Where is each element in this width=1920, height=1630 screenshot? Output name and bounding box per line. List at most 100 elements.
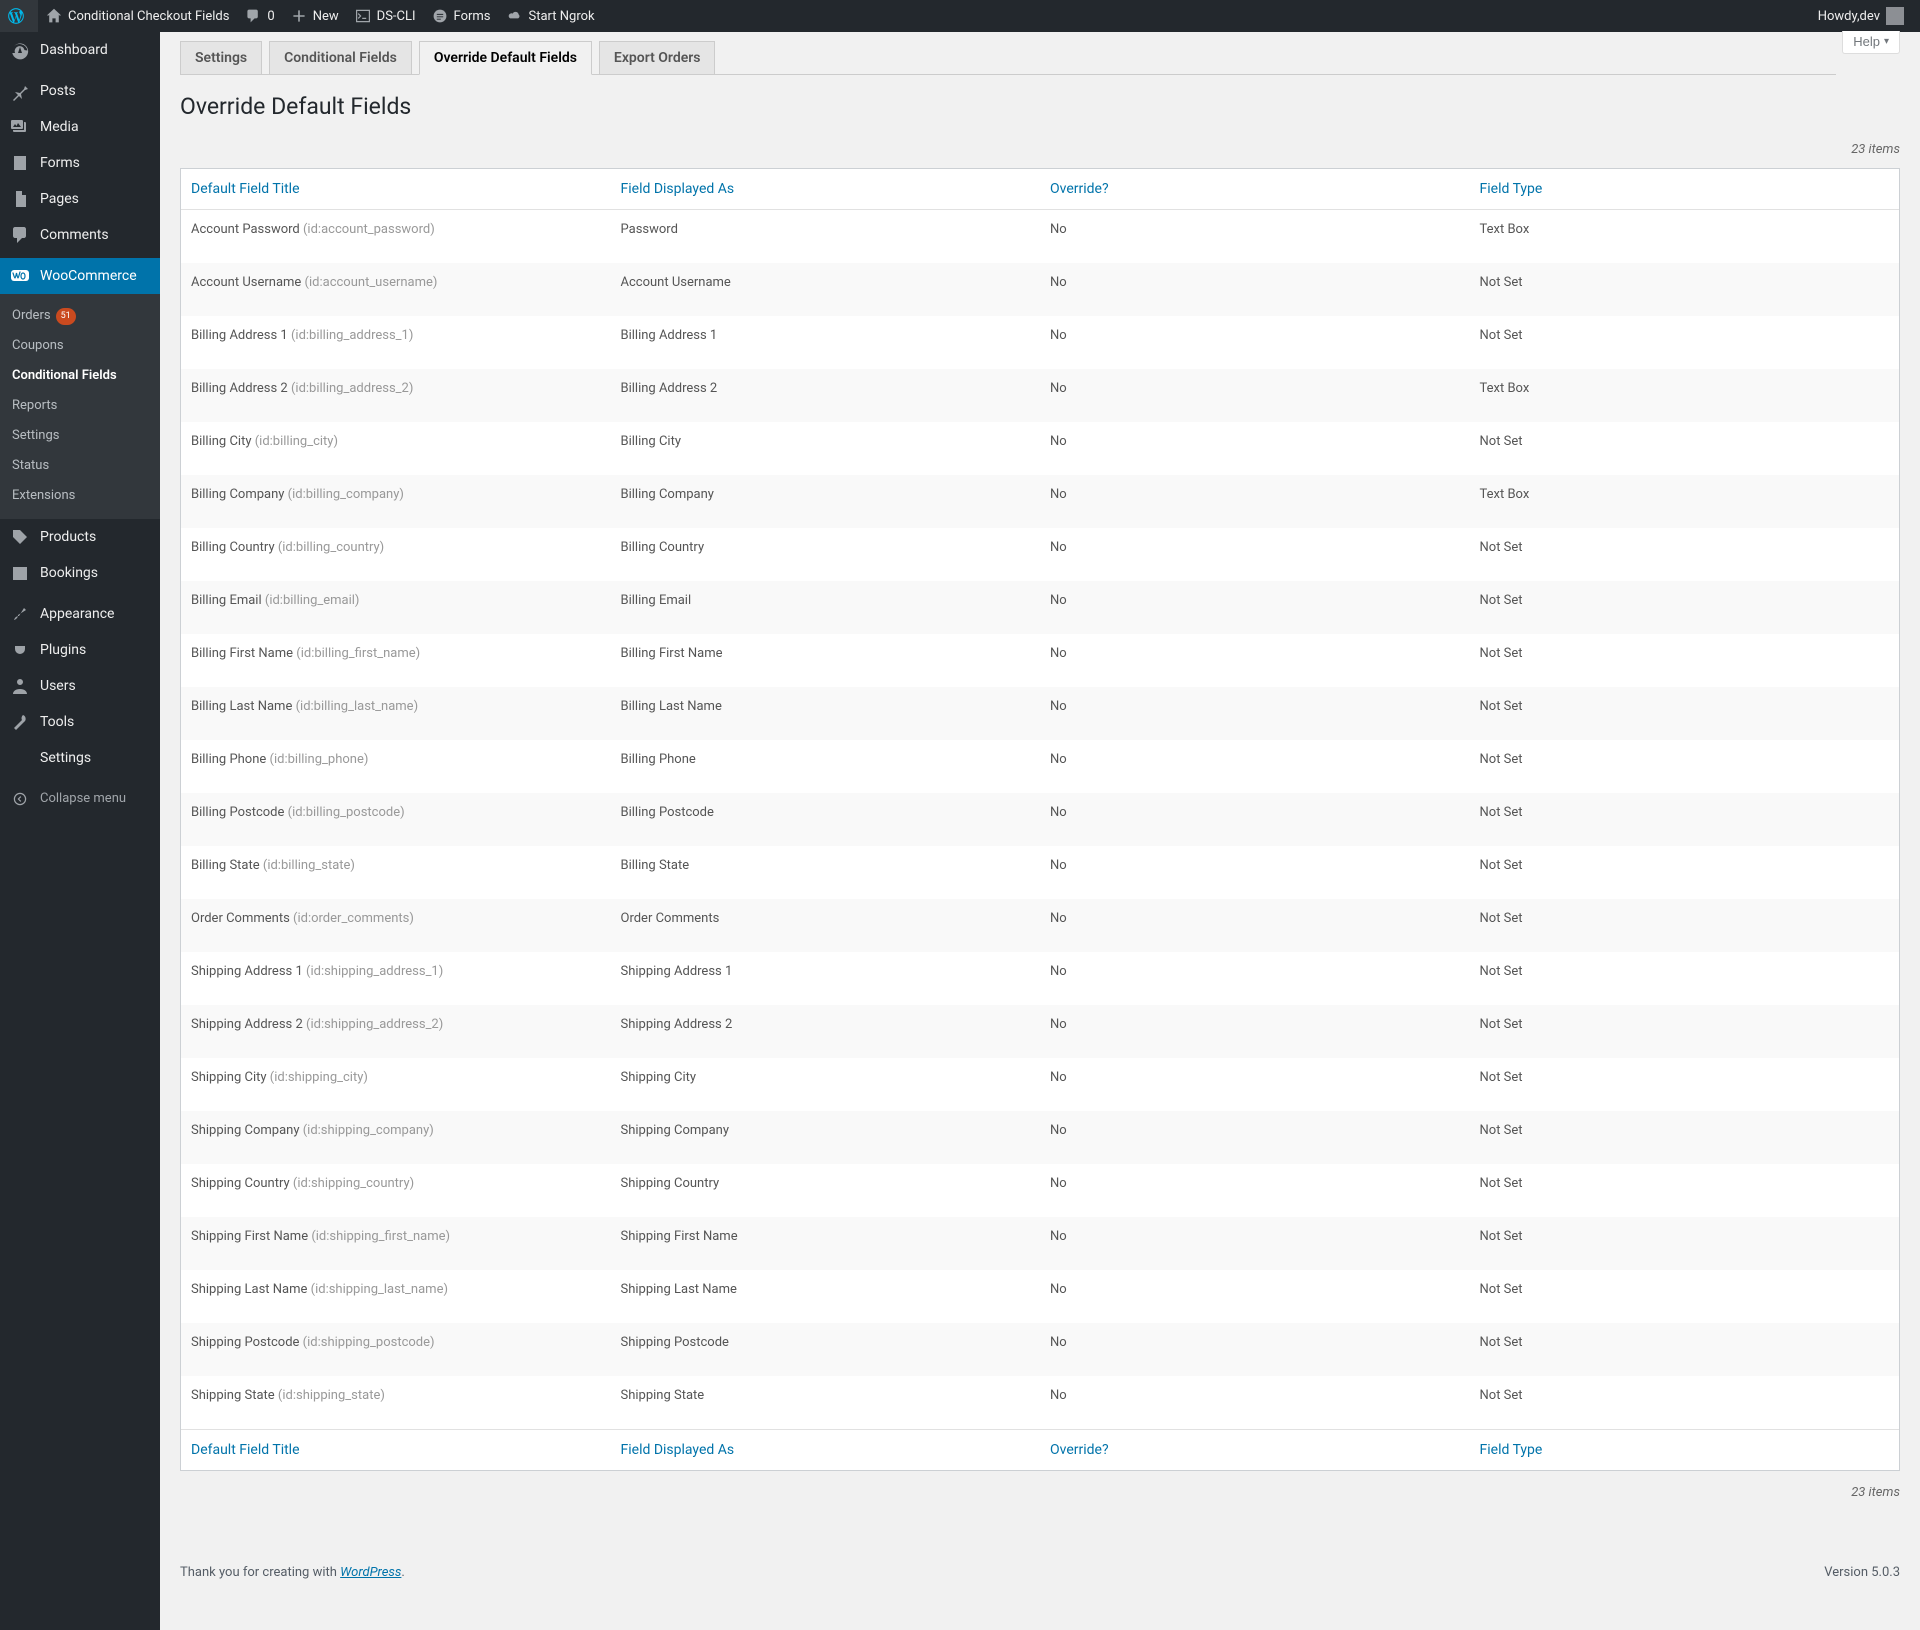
table-row[interactable]: Billing Company (id:billing_company)Bill… bbox=[181, 475, 1899, 528]
table-row[interactable]: Shipping City (id:shipping_city)Shipping… bbox=[181, 1058, 1899, 1111]
tab-conditional-fields[interactable]: Conditional Fields bbox=[269, 41, 412, 74]
field-id: (id:billing_email) bbox=[262, 593, 360, 608]
field-id: (id:shipping_company) bbox=[299, 1123, 433, 1138]
collapse-menu[interactable]: Collapse menu bbox=[0, 781, 160, 817]
col-header-title[interactable]: Default Field Title bbox=[181, 169, 611, 210]
field-id: (id:shipping_city) bbox=[267, 1070, 368, 1085]
field-override: No bbox=[1040, 1164, 1470, 1217]
table-row[interactable]: Billing State (id:billing_state)Billing … bbox=[181, 846, 1899, 899]
table-row[interactable]: Shipping Address 2 (id:shipping_address_… bbox=[181, 1005, 1899, 1058]
table-row[interactable]: Billing Postcode (id:billing_postcode)Bi… bbox=[181, 793, 1899, 846]
wp-logo[interactable] bbox=[0, 0, 38, 32]
field-title: Billing Phone bbox=[191, 752, 266, 767]
start-ngrok[interactable]: Start Ngrok bbox=[499, 0, 603, 32]
table-row[interactable]: Shipping Last Name (id:shipping_last_nam… bbox=[181, 1270, 1899, 1323]
table-row[interactable]: Order Comments (id:order_comments)Order … bbox=[181, 899, 1899, 952]
table-row[interactable]: Billing Country (id:billing_country)Bill… bbox=[181, 528, 1899, 581]
table-row[interactable]: Billing First Name (id:billing_first_nam… bbox=[181, 634, 1899, 687]
comments-icon bbox=[10, 225, 30, 245]
field-id: (id:shipping_country) bbox=[290, 1176, 414, 1191]
menu-media[interactable]: Media bbox=[0, 109, 160, 145]
field-override: No bbox=[1040, 528, 1470, 581]
help-toggle[interactable]: Help bbox=[1842, 31, 1900, 54]
submenu-coupons-label: Coupons bbox=[12, 337, 64, 355]
field-displayed: Shipping Address 1 bbox=[611, 952, 1041, 1005]
field-displayed: Shipping Address 2 bbox=[611, 1005, 1041, 1058]
field-type: Not Set bbox=[1470, 1164, 1900, 1217]
table-row[interactable]: Shipping Postcode (id:shipping_postcode)… bbox=[181, 1323, 1899, 1376]
submenu-extensions[interactable]: Extensions bbox=[0, 481, 160, 511]
field-type: Not Set bbox=[1470, 1111, 1900, 1164]
table-row[interactable]: Billing Email (id:billing_email)Billing … bbox=[181, 581, 1899, 634]
table-row[interactable]: Shipping Company (id:shipping_company)Sh… bbox=[181, 1111, 1899, 1164]
table-row[interactable]: Shipping Address 1 (id:shipping_address_… bbox=[181, 952, 1899, 1005]
col-header-type[interactable]: Field Type bbox=[1470, 169, 1900, 210]
col-footer-override[interactable]: Override? bbox=[1040, 1429, 1470, 1470]
menu-forms[interactable]: Forms bbox=[0, 145, 160, 181]
ds-cli[interactable]: DS-CLI bbox=[347, 0, 424, 32]
field-id: (id:account_password) bbox=[300, 222, 435, 237]
submenu-coupons[interactable]: Coupons bbox=[0, 331, 160, 361]
menu-bookings-label: Bookings bbox=[40, 564, 98, 582]
table-row[interactable]: Billing City (id:billing_city)Billing Ci… bbox=[181, 422, 1899, 475]
field-title: Billing Country bbox=[191, 540, 275, 555]
menu-settings[interactable]: Settings bbox=[0, 740, 160, 776]
table-row[interactable]: Shipping Country (id:shipping_country)Sh… bbox=[181, 1164, 1899, 1217]
submenu-conditional-fields[interactable]: Conditional Fields bbox=[0, 361, 160, 391]
my-account[interactable]: Howdy, dev bbox=[1810, 0, 1912, 32]
col-footer-title[interactable]: Default Field Title bbox=[181, 1429, 611, 1470]
tab-settings[interactable]: Settings bbox=[180, 41, 262, 74]
submenu-conditional-fields-label: Conditional Fields bbox=[12, 367, 117, 385]
table-row[interactable]: Billing Address 2 (id:billing_address_2)… bbox=[181, 369, 1899, 422]
table-row[interactable]: Billing Address 1 (id:billing_address_1)… bbox=[181, 316, 1899, 369]
menu-comments[interactable]: Comments bbox=[0, 217, 160, 253]
site-name[interactable]: Conditional Checkout Fields bbox=[38, 0, 237, 32]
table-row[interactable]: Account Password (id:account_password)Pa… bbox=[181, 210, 1899, 263]
field-title: Shipping Country bbox=[191, 1176, 290, 1191]
menu-products[interactable]: Products bbox=[0, 519, 160, 555]
submenu-orders[interactable]: Orders51 bbox=[0, 301, 160, 331]
table-row[interactable]: Billing Phone (id:billing_phone)Billing … bbox=[181, 740, 1899, 793]
menu-pages[interactable]: Pages bbox=[0, 181, 160, 217]
terminal-icon bbox=[355, 8, 371, 24]
table-row[interactable]: Shipping First Name (id:shipping_first_n… bbox=[181, 1217, 1899, 1270]
col-footer-type[interactable]: Field Type bbox=[1470, 1429, 1900, 1470]
menu-appearance[interactable]: Appearance bbox=[0, 596, 160, 632]
col-footer-displayed[interactable]: Field Displayed As bbox=[611, 1429, 1041, 1470]
field-title: Shipping First Name bbox=[191, 1229, 308, 1244]
field-override: No bbox=[1040, 210, 1470, 263]
col-header-override[interactable]: Override? bbox=[1040, 169, 1470, 210]
wrench-icon bbox=[10, 712, 30, 732]
menu-users[interactable]: Users bbox=[0, 668, 160, 704]
field-id: (id:billing_first_name) bbox=[293, 646, 420, 661]
field-displayed: Account Username bbox=[611, 263, 1041, 316]
howdy-prefix: Howdy, bbox=[1818, 9, 1860, 24]
field-type: Not Set bbox=[1470, 1323, 1900, 1376]
forms-link[interactable]: Forms bbox=[424, 0, 499, 32]
menu-dashboard[interactable]: Dashboard bbox=[0, 32, 160, 68]
footer-wordpress-link[interactable]: WordPress bbox=[340, 1565, 401, 1580]
field-override: No bbox=[1040, 1217, 1470, 1270]
menu-tools[interactable]: Tools bbox=[0, 704, 160, 740]
menu-bookings[interactable]: Bookings bbox=[0, 555, 160, 591]
col-header-displayed[interactable]: Field Displayed As bbox=[611, 169, 1041, 210]
submenu-settings[interactable]: Settings bbox=[0, 421, 160, 451]
submenu-reports[interactable]: Reports bbox=[0, 391, 160, 421]
table-row[interactable]: Account Username (id:account_username)Ac… bbox=[181, 263, 1899, 316]
field-displayed: Billing Country bbox=[611, 528, 1041, 581]
help-label: Help bbox=[1853, 34, 1880, 49]
field-type: Text Box bbox=[1470, 210, 1900, 263]
tab-export-orders[interactable]: Export Orders bbox=[599, 41, 716, 74]
field-type: Not Set bbox=[1470, 634, 1900, 687]
menu-woocommerce[interactable]: WooCommerce bbox=[0, 258, 160, 294]
new-content[interactable]: New bbox=[283, 0, 347, 32]
menu-posts[interactable]: Posts bbox=[0, 73, 160, 109]
submenu-status[interactable]: Status bbox=[0, 451, 160, 481]
table-row[interactable]: Billing Last Name (id:billing_last_name)… bbox=[181, 687, 1899, 740]
table-row[interactable]: Shipping State (id:shipping_state)Shippi… bbox=[181, 1376, 1899, 1429]
comments-link[interactable]: 0 bbox=[237, 0, 282, 32]
field-title: Billing Email bbox=[191, 593, 262, 608]
field-id: (id:order_comments) bbox=[290, 911, 414, 926]
tab-override-default-fields[interactable]: Override Default Fields bbox=[419, 41, 592, 75]
menu-plugins[interactable]: Plugins bbox=[0, 632, 160, 668]
